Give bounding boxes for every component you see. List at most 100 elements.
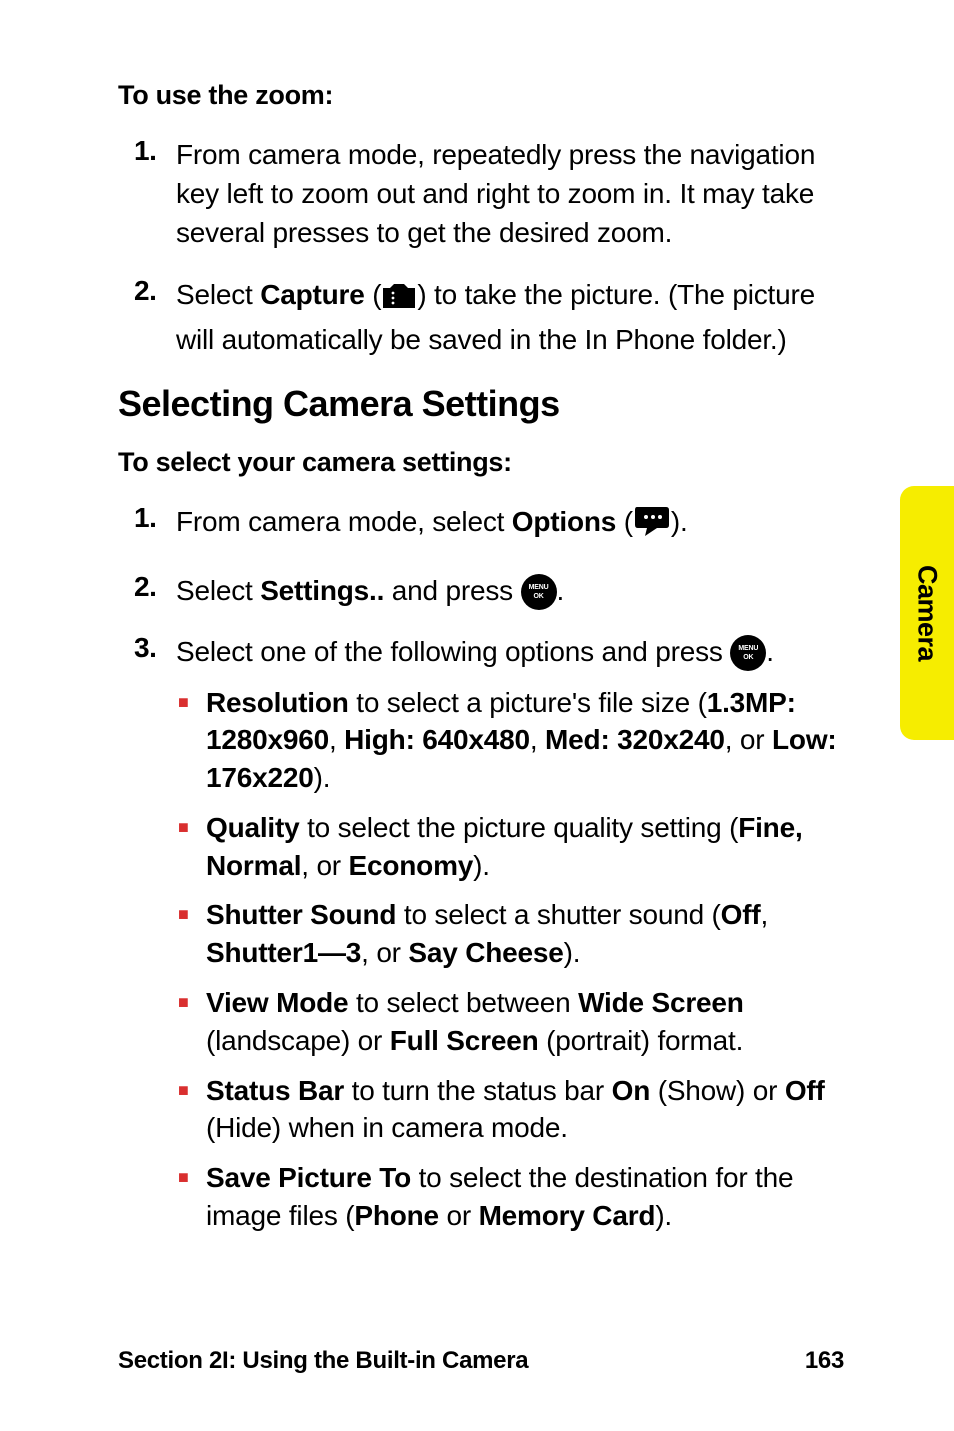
text: and press — [384, 575, 520, 606]
text: to turn the status bar — [344, 1075, 612, 1106]
text: ). — [655, 1200, 672, 1231]
text: (Show) or — [650, 1075, 785, 1106]
bold-text: Capture — [260, 279, 364, 310]
step-text: From camera mode, repeatedly press the n… — [176, 135, 838, 253]
zoom-lede: To use the zoom: — [118, 80, 838, 111]
text: , or — [301, 850, 348, 881]
text: ). — [314, 762, 331, 793]
option-text: Status Bar to turn the status bar On (Sh… — [206, 1072, 838, 1148]
menu-ok-icon: MENU OK — [730, 635, 766, 671]
bold-text: Options — [512, 506, 616, 537]
settings-lede: To select your camera settings: — [118, 447, 838, 478]
bold-text: Quality — [206, 812, 300, 843]
text: ). — [564, 937, 581, 968]
step-number: 1. — [118, 135, 176, 167]
icon-label-ok: OK — [730, 654, 766, 661]
text: ( — [365, 279, 382, 310]
text: ). — [671, 506, 688, 537]
option-text: Resolution to select a picture's file si… — [206, 684, 838, 797]
list-item: ■ Status Bar to turn the status bar On (… — [176, 1072, 838, 1148]
footer-page-number: 163 — [805, 1347, 844, 1375]
settings-heading: Selecting Camera Settings — [118, 383, 838, 425]
bold-text: Med: 320x240 — [545, 724, 725, 755]
bullet-icon: ■ — [176, 896, 206, 932]
bold-text: Say Cheese — [408, 937, 563, 968]
list-item: ■ View Mode to select between Wide Scree… — [176, 984, 838, 1060]
text: Select — [176, 279, 260, 310]
speech-bubble-icon — [633, 505, 671, 549]
bullet-icon: ■ — [176, 1072, 206, 1108]
bold-text: Economy — [349, 850, 474, 881]
bold-text: View Mode — [206, 987, 348, 1018]
step-text: Select one of the following options and … — [176, 632, 838, 1247]
list-item: 2. Select Settings.. and press MENU OK. — [118, 571, 838, 610]
list-item: 1. From camera mode, repeatedly press th… — [118, 135, 838, 253]
text: (Hide) when in camera mode. — [206, 1112, 568, 1143]
side-tab-label: Camera — [912, 565, 943, 661]
icon-label-menu: MENU — [521, 584, 557, 591]
bold-text: Wide Screen — [578, 987, 744, 1018]
text: From camera mode, select — [176, 506, 512, 537]
text: , or — [725, 724, 772, 755]
bold-text: Settings.. — [260, 575, 384, 606]
text: . — [557, 575, 565, 606]
camera-icon — [381, 281, 417, 320]
bold-text: High: 640x480 — [344, 724, 530, 755]
settings-options: ■ Resolution to select a picture's file … — [176, 684, 838, 1235]
zoom-steps: 1. From camera mode, repeatedly press th… — [118, 135, 838, 359]
bold-text: Memory Card — [479, 1200, 656, 1231]
option-text: View Mode to select between Wide Screen … — [206, 984, 838, 1060]
step-number: 2. — [118, 571, 176, 603]
step-text: From camera mode, select Options (). — [176, 502, 838, 549]
bullet-icon: ■ — [176, 1159, 206, 1195]
bold-text: Shutter Sound — [206, 899, 396, 930]
step-number: 2. — [118, 275, 176, 307]
list-item: 3. Select one of the following options a… — [118, 632, 838, 1247]
bold-text: Off — [785, 1075, 825, 1106]
text: . — [766, 636, 774, 667]
menu-ok-icon: MENU OK — [521, 574, 557, 610]
step-number: 3. — [118, 632, 176, 664]
step-text: Select Capture () to take the picture. (… — [176, 275, 838, 359]
bold-text: Off — [721, 899, 761, 930]
text: (portrait) format. — [539, 1025, 744, 1056]
bold-text: Save Picture To — [206, 1162, 411, 1193]
text: Select one of the following options and … — [176, 636, 730, 667]
step-text: Select Settings.. and press MENU OK. — [176, 571, 838, 610]
list-item: ■ Shutter Sound to select a shutter soun… — [176, 896, 838, 972]
text: to select a shutter sound ( — [396, 899, 720, 930]
settings-steps: 1. From camera mode, select Options (). … — [118, 502, 838, 1247]
list-item: ■ Save Picture To to select the destinat… — [176, 1159, 838, 1235]
text: , or — [361, 937, 408, 968]
list-item: ■ Quality to select the picture quality … — [176, 809, 838, 885]
step-number: 1. — [118, 502, 176, 534]
bullet-icon: ■ — [176, 809, 206, 845]
text: , — [760, 899, 768, 930]
list-item: 2. Select Capture () to take the picture… — [118, 275, 838, 359]
icon-label-ok: OK — [521, 593, 557, 600]
option-text: Save Picture To to select the destinatio… — [206, 1159, 838, 1235]
list-item: 1. From camera mode, select Options (). — [118, 502, 838, 549]
icon-label-menu: MENU — [730, 645, 766, 652]
bold-text: Phone — [354, 1200, 439, 1231]
text: to select the picture quality setting ( — [300, 812, 739, 843]
text: or — [439, 1200, 479, 1231]
side-tab: Camera — [900, 486, 954, 740]
page-footer: Section 2I: Using the Built-in Camera 16… — [118, 1347, 844, 1375]
text: , — [329, 724, 344, 755]
bold-text: Full Screen — [390, 1025, 539, 1056]
option-text: Quality to select the picture quality se… — [206, 809, 838, 885]
bold-text: Resolution — [206, 687, 349, 718]
option-text: Shutter Sound to select a shutter sound … — [206, 896, 838, 972]
text: Select — [176, 575, 260, 606]
footer-section: Section 2I: Using the Built-in Camera — [118, 1347, 528, 1375]
text: , — [530, 724, 545, 755]
text: to select a picture's file size ( — [349, 687, 707, 718]
bold-text: Shutter1—3 — [206, 937, 361, 968]
bold-text: Status Bar — [206, 1075, 344, 1106]
text: ( — [616, 506, 633, 537]
list-item: ■ Resolution to select a picture's file … — [176, 684, 838, 797]
bold-text: On — [612, 1075, 650, 1106]
text: (landscape) or — [206, 1025, 390, 1056]
text: to select between — [348, 987, 578, 1018]
